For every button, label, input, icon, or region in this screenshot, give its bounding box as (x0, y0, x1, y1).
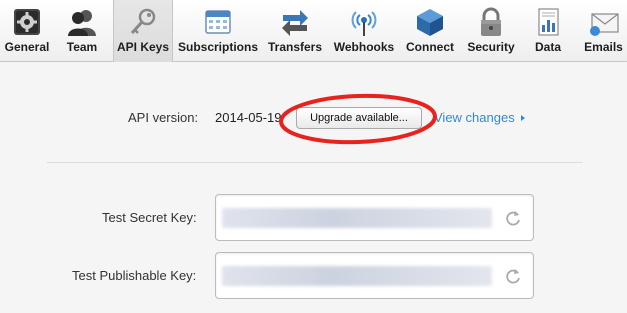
tab-security-label: Security (467, 40, 515, 54)
redacted-key-value (222, 208, 492, 228)
test-publishable-key-field[interactable] (215, 252, 534, 299)
tab-webhooks-label: Webhooks (333, 40, 395, 54)
tab-general-label: General (4, 40, 50, 54)
test-secret-key-label: Test Secret Key: (102, 210, 197, 225)
tab-data-label: Data (534, 40, 561, 54)
lock-icon (481, 7, 501, 36)
api-keys-panel: API version: 2014-05-19 Upgrade availabl… (0, 63, 627, 313)
tab-connect[interactable]: Connect (402, 0, 458, 62)
test-publishable-key-label: Test Publishable Key: (72, 268, 197, 283)
caret-right-icon (520, 115, 525, 121)
transfer-arrows-icon (282, 10, 308, 36)
tab-emails-label: Emails (584, 40, 623, 54)
team-icon (68, 10, 96, 36)
tab-data[interactable]: Data (525, 0, 571, 62)
view-changes-label: View changes (434, 110, 515, 125)
tab-api-keys[interactable]: API Keys (113, 0, 173, 62)
view-changes-link[interactable]: View changes (434, 110, 525, 125)
refresh-icon[interactable] (503, 208, 523, 228)
cube-icon (417, 9, 443, 36)
refresh-icon[interactable] (503, 266, 523, 286)
tab-security[interactable]: Security (464, 0, 518, 62)
tab-general[interactable]: General (0, 0, 54, 62)
tab-emails[interactable]: Emails (580, 0, 627, 62)
section-divider (47, 162, 583, 163)
api-version-label: API version: (128, 110, 199, 125)
tab-subscriptions-label: Subscriptions (177, 40, 258, 54)
redacted-key-value (222, 266, 492, 286)
settings-toolbar: General Team API Keys Subscriptions Tran… (0, 0, 627, 62)
tab-connect-label: Connect (406, 40, 454, 54)
tab-webhooks[interactable]: Webhooks (331, 0, 397, 62)
tab-transfers[interactable]: Transfers (265, 0, 325, 62)
calendar-icon (205, 10, 231, 34)
antenna-icon (351, 11, 377, 36)
report-icon (538, 8, 559, 36)
tab-transfers-label: Transfers (267, 40, 323, 54)
gear-icon (14, 9, 40, 35)
key-icon (130, 8, 156, 35)
envelope-icon (589, 13, 619, 36)
tab-subscriptions[interactable]: Subscriptions (177, 0, 259, 62)
api-version-value: 2014-05-19 (215, 110, 282, 125)
test-secret-key-field[interactable] (215, 194, 534, 241)
annotation-circle (279, 93, 437, 145)
tab-team[interactable]: Team (56, 0, 108, 62)
tab-team-label: Team (66, 40, 98, 54)
tab-api-keys-label: API Keys (116, 40, 170, 54)
